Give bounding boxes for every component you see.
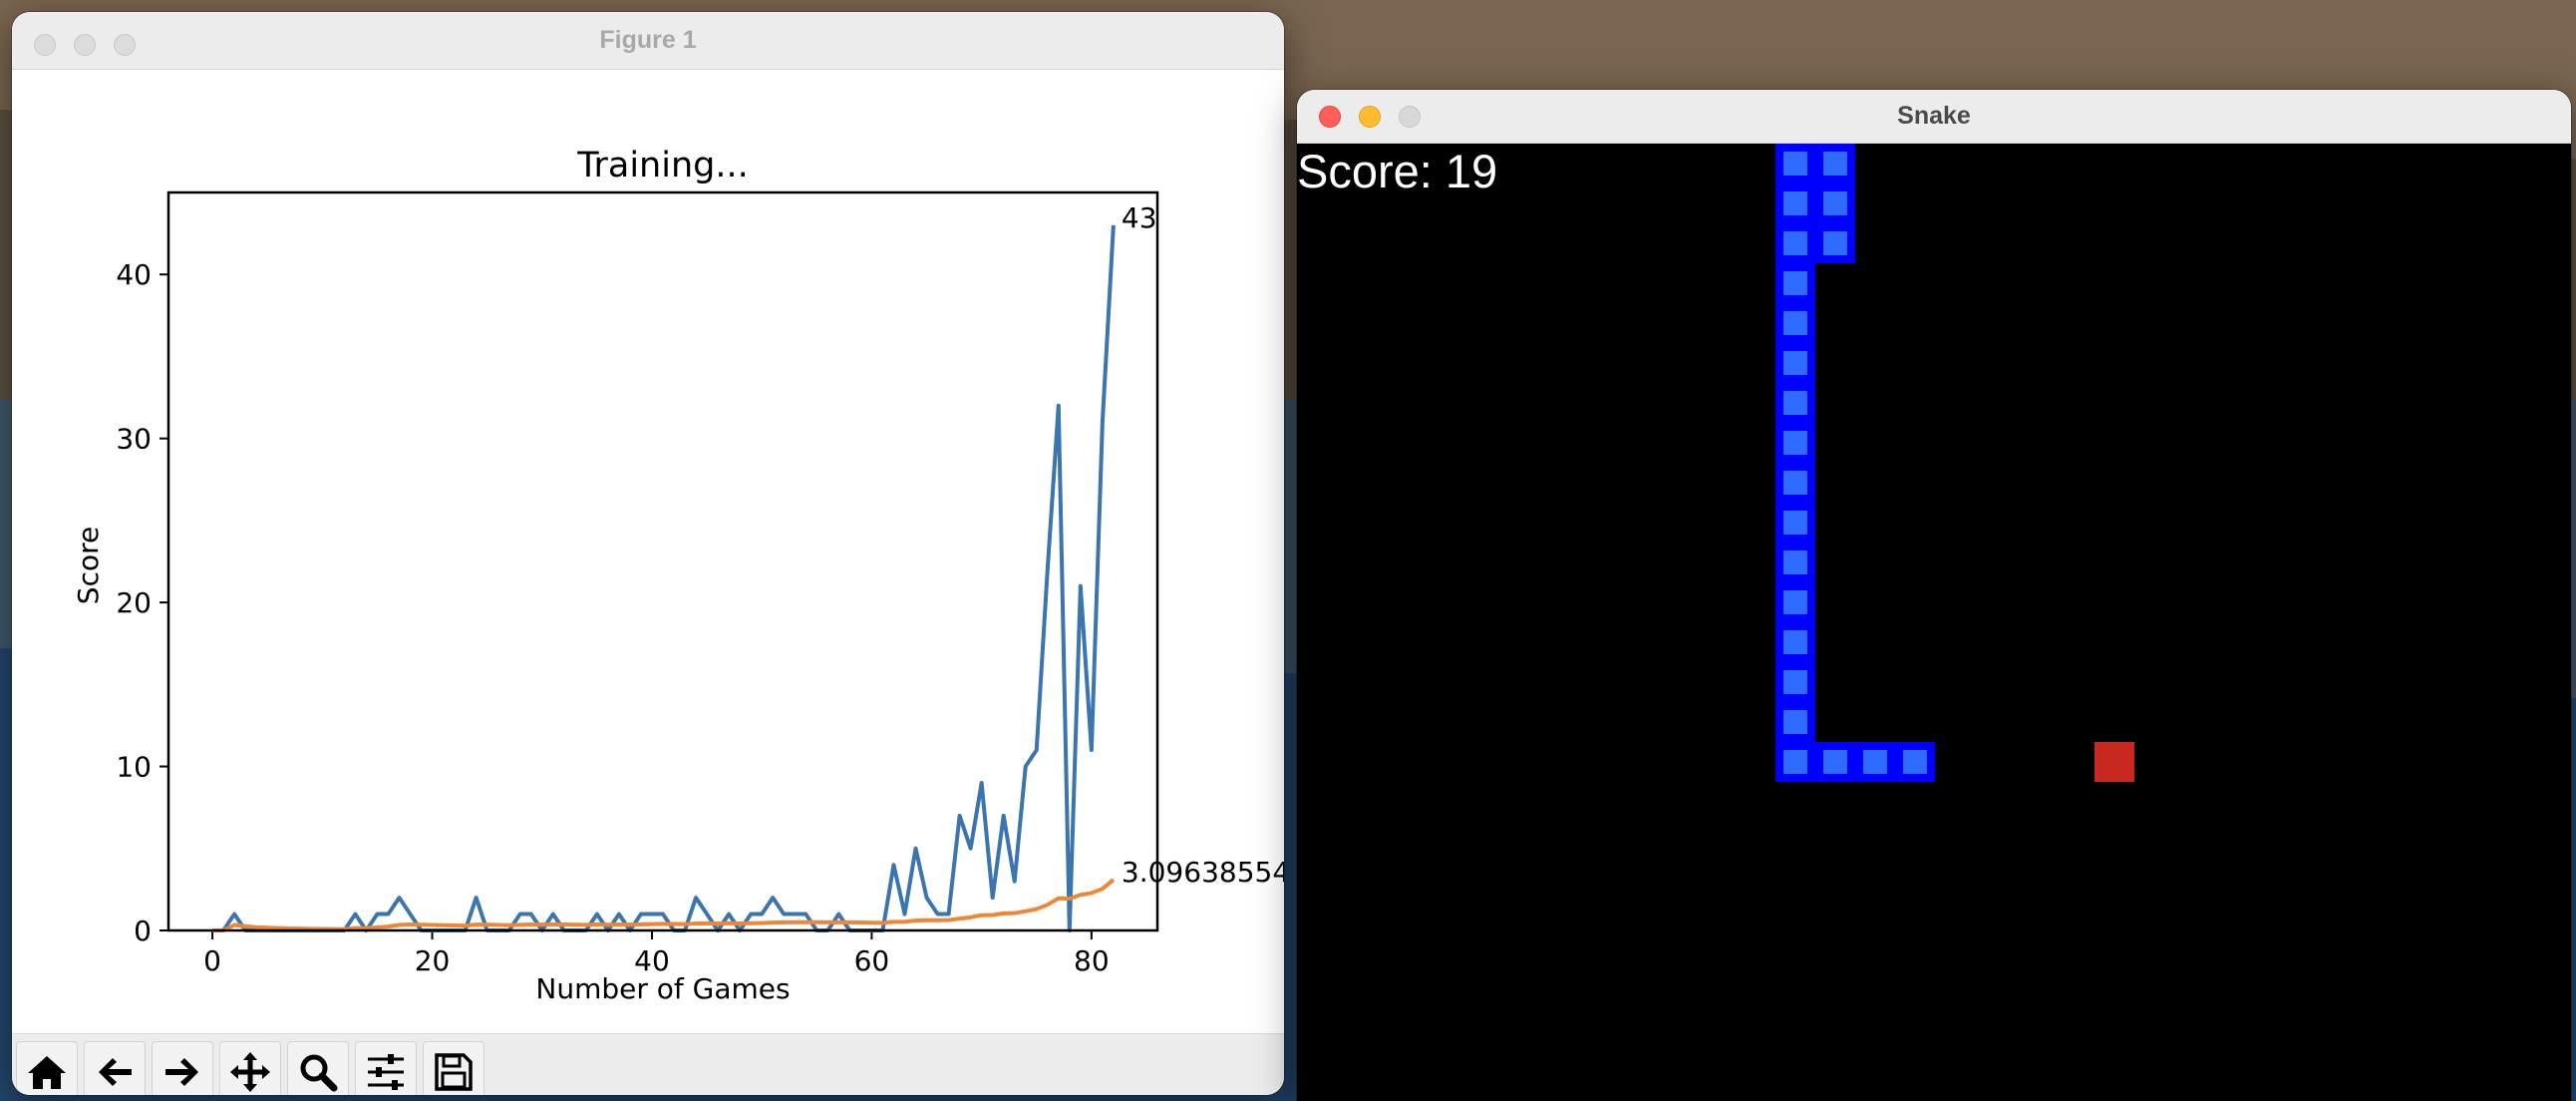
chart-title: Training... <box>576 146 748 185</box>
arrow-left-icon <box>99 1058 132 1086</box>
y-tick-label: 0 <box>134 915 152 947</box>
snake-segment <box>1815 742 1855 782</box>
figure-window: Figure 1 Training... Number of Games Sco… <box>12 12 1284 1095</box>
arrow-right-icon <box>165 1058 198 1086</box>
snake-segment <box>1775 543 1815 582</box>
x-tick-label: 60 <box>854 944 890 977</box>
plot-area: 0 20 40 60 80 0 10 20 30 40 43 3.0963855421686746 <box>116 201 1284 977</box>
game-board[interactable]: Score: 19 <box>1297 144 2571 1101</box>
snake-segment <box>1775 582 1815 622</box>
snake-segment <box>1775 383 1815 423</box>
snake-segment <box>1775 742 1815 782</box>
snake-segment <box>1775 184 1815 223</box>
snake-segment <box>1855 742 1895 782</box>
figure-titlebar[interactable]: Figure 1 <box>12 12 1284 70</box>
x-tick-label: 40 <box>634 944 670 977</box>
snake-segment <box>1815 184 1855 223</box>
snake-segment <box>1775 144 1815 184</box>
y-tick-label: 20 <box>116 586 152 619</box>
zoom-button[interactable] <box>287 1041 349 1095</box>
snake-segment <box>1775 662 1815 702</box>
axes-frame <box>166 190 1159 932</box>
x-tick-label: 0 <box>203 944 221 977</box>
snake-segment <box>1775 263 1815 303</box>
window-title: Figure 1 <box>599 26 697 54</box>
score-label: Score: 19 <box>1297 145 1498 197</box>
end-value-annotation: 43 <box>1122 201 1157 234</box>
snake-segment <box>1895 742 1935 782</box>
magnifier-icon <box>300 1054 338 1092</box>
window-title: Snake <box>1897 102 1971 130</box>
snake-segment <box>1815 223 1855 263</box>
score-line <box>212 224 1116 932</box>
snake-segment <box>1775 702 1815 742</box>
snake-segment <box>1775 503 1815 543</box>
snake-segment <box>1775 303 1815 343</box>
y-tick-label: 10 <box>116 751 152 784</box>
y-tick-label: 40 <box>116 258 152 291</box>
y-tick-label: 30 <box>116 423 152 456</box>
pan-button[interactable] <box>219 1041 281 1095</box>
snake-segment <box>1775 423 1815 463</box>
food-block <box>2094 742 2134 782</box>
x-tick-label: 80 <box>1074 944 1110 977</box>
plot-canvas[interactable]: Training... Number of Games Score 0 20 40 6… <box>12 70 1284 1033</box>
snake-segment <box>1775 622 1815 662</box>
floppy-disk-icon <box>435 1053 473 1091</box>
snake-titlebar[interactable]: Snake <box>1297 90 2571 144</box>
snake-segment <box>1815 144 1855 184</box>
sliders-icon <box>368 1054 404 1090</box>
end-value-annotation: 3.0963855421686746 <box>1122 856 1284 889</box>
snake-segment <box>1775 343 1815 383</box>
home-icon <box>28 1056 66 1089</box>
snake-segment <box>1775 463 1815 503</box>
snake-window: Snake Score: 19 <box>1297 90 2571 1101</box>
save-button[interactable] <box>423 1041 484 1095</box>
move-icon <box>230 1052 270 1092</box>
home-button[interactable] <box>16 1041 78 1095</box>
navigation-toolbar <box>12 1033 1284 1095</box>
configure-subplots-button[interactable] <box>355 1041 417 1095</box>
back-button[interactable] <box>84 1041 146 1095</box>
forward-button[interactable] <box>152 1041 213 1095</box>
x-tick-label: 20 <box>415 944 451 977</box>
y-axis-label: Score <box>72 527 105 604</box>
snake-segment <box>1775 223 1815 263</box>
